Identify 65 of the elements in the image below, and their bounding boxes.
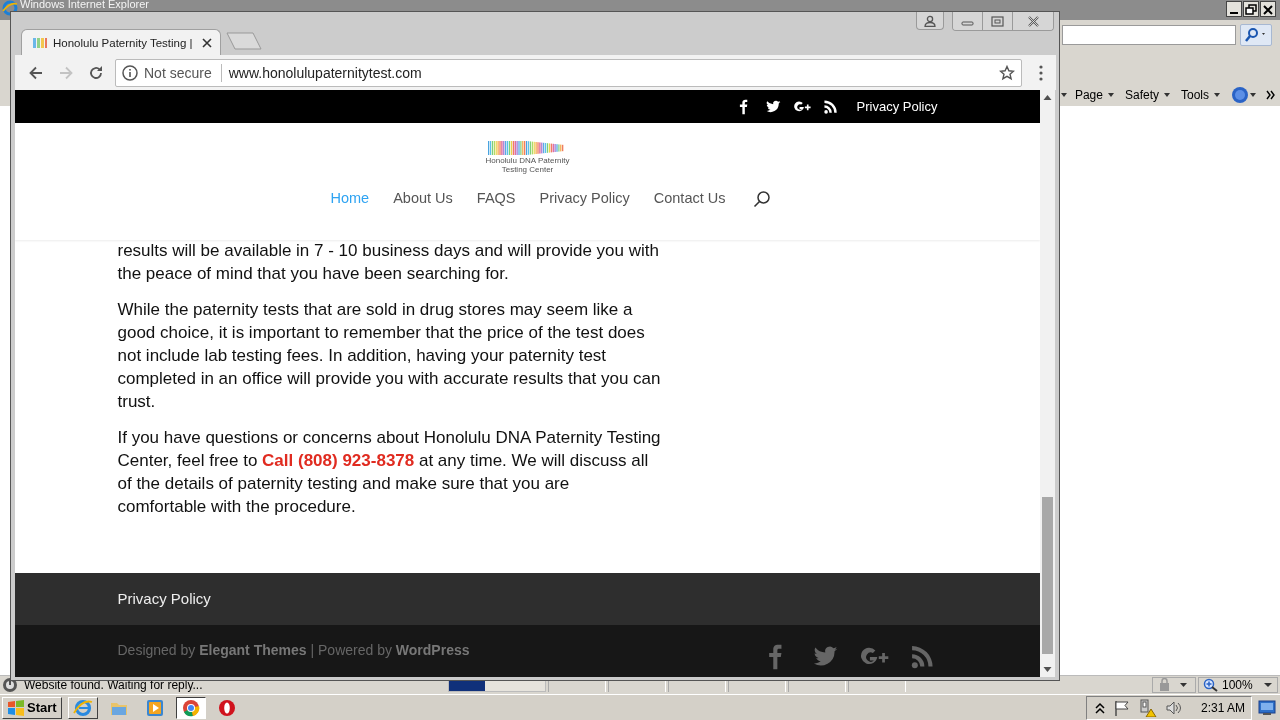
start-button[interactable]: Start [2, 696, 62, 719]
logo-text: Testing Center [501, 165, 554, 174]
credits-text: Designed by Elegant Themes | Powered by WordPress [117, 642, 470, 658]
caret-icon [1263, 682, 1273, 688]
caret-icon [1213, 92, 1221, 98]
logo-text: Honolulu DNA Paternity [485, 156, 570, 165]
caret-icon [1106, 92, 1115, 98]
search-icon [1244, 27, 1268, 43]
menu-button[interactable]: Page [1071, 85, 1118, 105]
menu-button[interactable]: Safety [1121, 85, 1174, 105]
profile-button[interactable] [916, 12, 944, 30]
bookmark-star-icon[interactable] [999, 64, 1015, 81]
taskbar-button[interactable] [175, 696, 206, 719]
restore-icon [990, 15, 1005, 27]
search-icon[interactable] [752, 190, 771, 208]
minimize-button[interactable] [1226, 1, 1242, 17]
scrollbar[interactable] [1040, 90, 1055, 677]
restore-button[interactable] [1243, 1, 1259, 17]
close-icon [1261, 2, 1275, 16]
close-button[interactable] [1260, 1, 1276, 17]
caret-icon [1059, 92, 1068, 98]
security-label: Not secure [144, 63, 222, 82]
address-bar[interactable]: Not secure www.honolulupaternitytest.com [115, 58, 1022, 87]
chevron-up-icon[interactable] [1094, 701, 1105, 714]
nav-link[interactable]: FAQS [476, 190, 516, 206]
info-icon [122, 64, 138, 81]
phone-link[interactable]: Call (808) 923-8378 [262, 451, 415, 470]
favicon-icon [32, 35, 48, 50]
internet-explorer-icon [72, 697, 93, 718]
paragraph: If you have questions or concerns about Honolulu DNA Paternity Testing Center, feel free to Call (808) 923-8378 at any time. We will discuss all of the details of paternity testing and make sure that you are comfortable with the procedure. [117, 427, 662, 518]
protected-mode-button[interactable] [1152, 677, 1196, 693]
tab-title: Honolulu Paternity Testing | [53, 36, 194, 49]
url-text: www.honolulupaternitytest.com [228, 64, 422, 81]
search-field[interactable] [1062, 25, 1236, 45]
minimize-icon [1230, 12, 1238, 14]
show-desktop-icon[interactable] [1258, 699, 1276, 716]
windows-logo-icon [7, 699, 25, 716]
rss-icon[interactable] [821, 97, 840, 116]
nav-link[interactable]: About Us [393, 190, 453, 206]
footer-link[interactable]: Privacy Policy [117, 590, 211, 607]
browser-tab[interactable]: Honolulu Paternity Testing | [21, 29, 221, 55]
zoom-icon [1203, 678, 1219, 692]
nav-link[interactable]: Privacy Policy [539, 190, 630, 206]
chevron-icon[interactable] [1266, 90, 1276, 100]
network-warning-icon[interactable] [1138, 698, 1157, 717]
flag-icon[interactable] [1112, 699, 1131, 716]
zoom-button[interactable]: 100% [1198, 677, 1278, 693]
menu-button[interactable]: Tools [1178, 85, 1224, 105]
search-button[interactable] [1240, 24, 1272, 46]
speaker-icon[interactable] [1164, 699, 1183, 716]
restore-icon [1244, 2, 1258, 16]
window-title: Windows Internet Explorer [20, 0, 149, 10]
top-bar-link[interactable]: Privacy Policy [856, 99, 938, 114]
chrome-icon [180, 697, 201, 718]
clock[interactable]: 2:31 AM [1200, 700, 1245, 715]
nav-link[interactable]: Contact Us [653, 190, 726, 206]
caret-icon [1163, 92, 1171, 98]
scrollbar-thumb[interactable] [1042, 497, 1053, 654]
ie-icon [2, 0, 18, 16]
paragraph: While the paternity tests that are sold in drug stores may seem like a good choice, it is important to remember that the price of the test does not include lab testing fees. In addition, having your paternity test completed in an office will provide you with accurate results that you can trust. [117, 299, 662, 413]
close-icon[interactable] [202, 37, 212, 48]
paragraph: results will be available in 7 - 10 business days and will provide you with the peace of mind that you have been searching for. [117, 240, 660, 285]
close-icon [1025, 15, 1041, 27]
help-icon [1231, 86, 1259, 104]
person-icon [924, 14, 936, 27]
